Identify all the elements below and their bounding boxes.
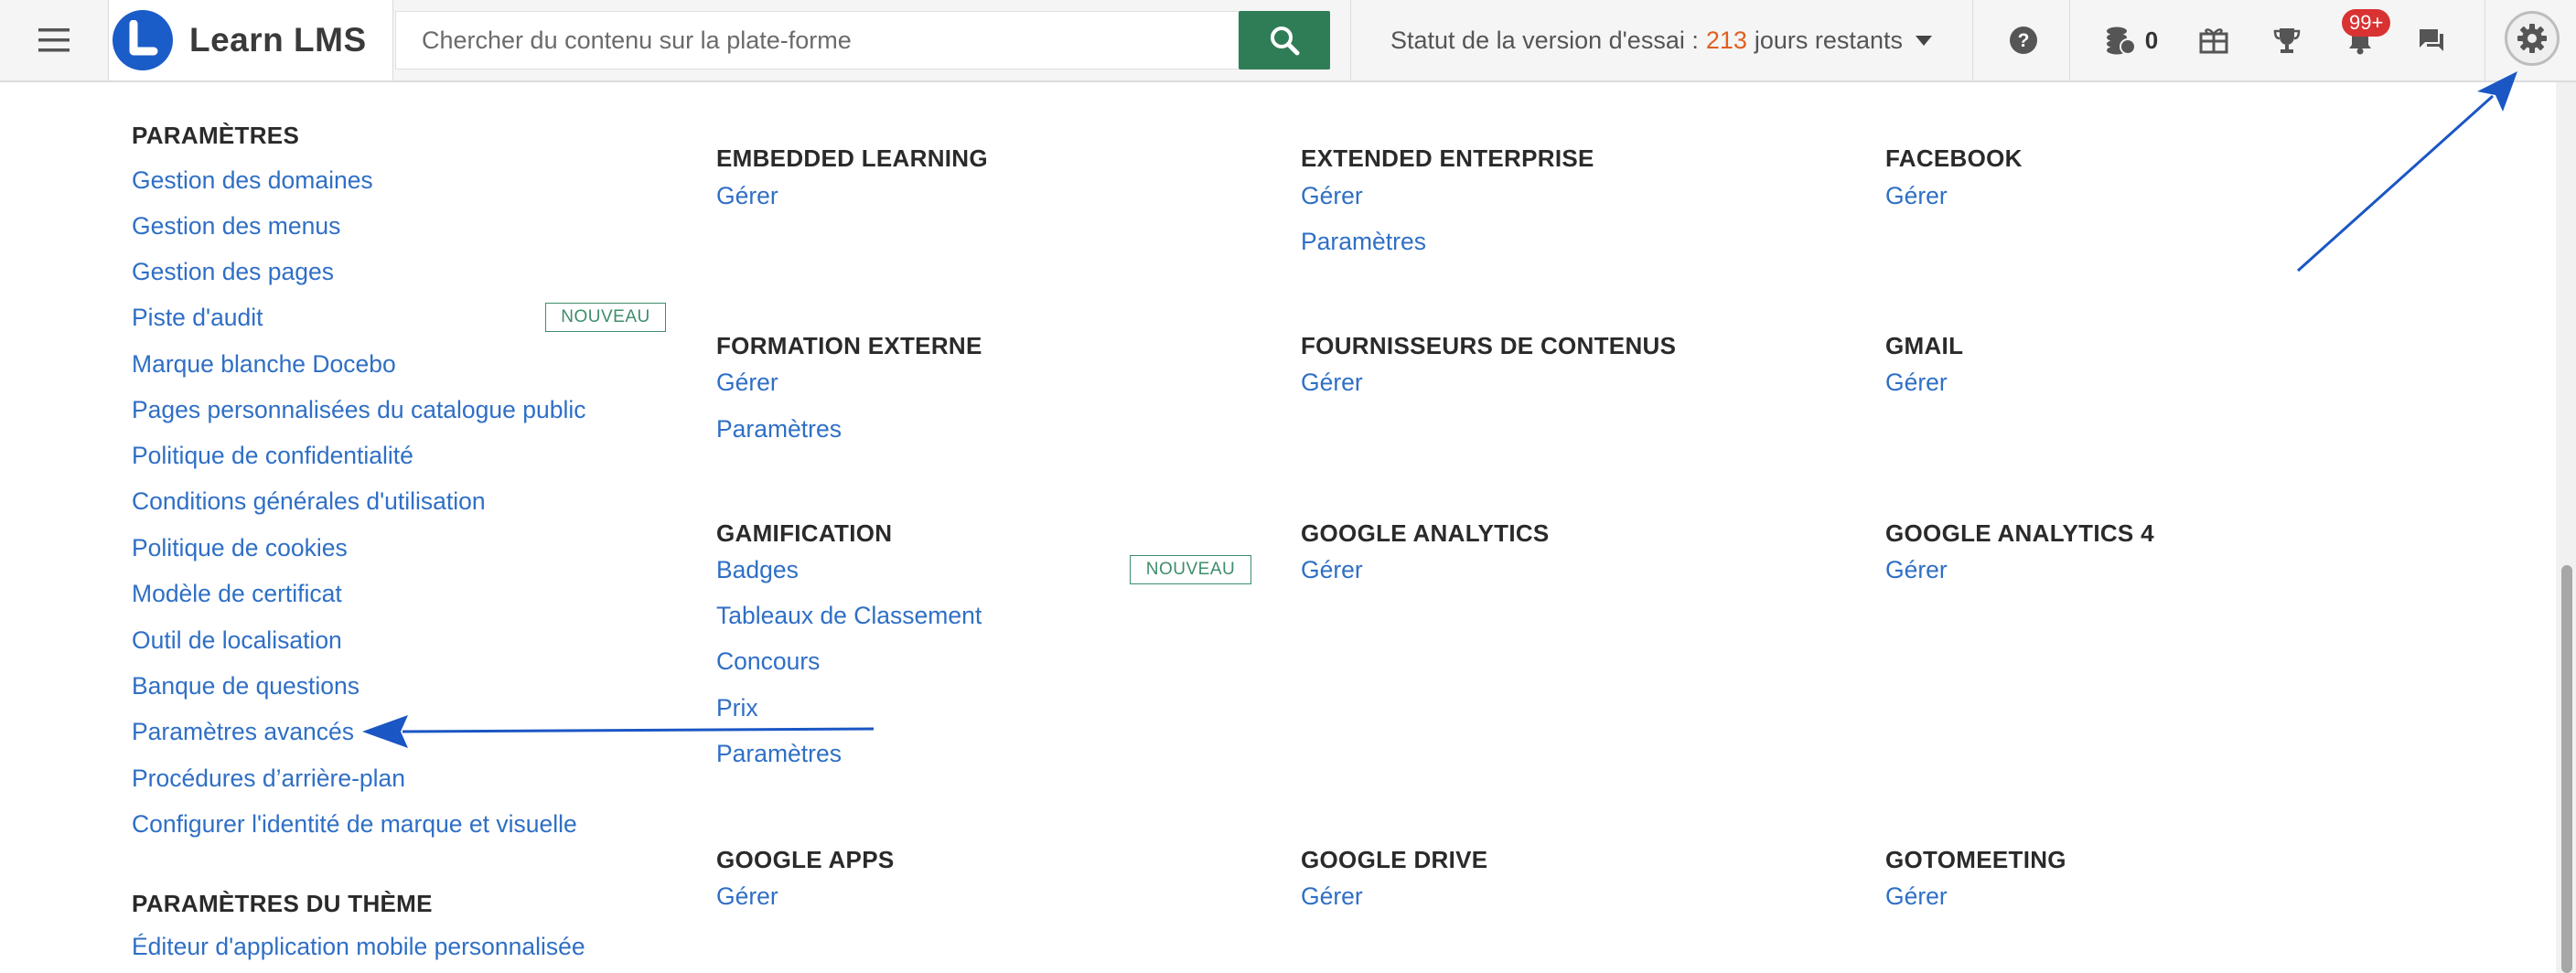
trial-status-dropdown[interactable]: Statut de la version d'essai : 213 jours… bbox=[1350, 0, 1972, 80]
app-title: GOOGLE APPS bbox=[716, 846, 895, 873]
settings-link[interactable]: Politique de cookies bbox=[132, 534, 348, 562]
settings-link[interactable]: Procédures d’arrière-plan bbox=[132, 764, 405, 793]
app-title: EXTENDED ENTERPRISE bbox=[1301, 144, 1594, 172]
menu-button[interactable] bbox=[0, 0, 108, 80]
app-link[interactable]: Gérer bbox=[1885, 556, 1948, 584]
new-badge: NOUVEAU bbox=[545, 303, 666, 332]
settings-link[interactable]: Gestion des domaines bbox=[132, 166, 373, 195]
app-link[interactable]: Gérer bbox=[1301, 556, 1363, 584]
divider bbox=[2069, 0, 2070, 80]
app-title: GMAIL bbox=[1885, 332, 1964, 359]
theme-settings-link[interactable]: Éditeur d'application mobile personnalis… bbox=[132, 933, 585, 961]
caret-down-icon bbox=[1915, 35, 1932, 46]
app-link[interactable]: Gérer bbox=[1885, 882, 1948, 911]
help-button[interactable]: ? bbox=[2000, 18, 2047, 62]
settings-link[interactable]: Paramètres avancés bbox=[132, 718, 354, 746]
svg-text:?: ? bbox=[2018, 30, 2030, 51]
app-link[interactable]: Paramètres bbox=[716, 740, 842, 768]
settings-link[interactable]: Piste d'audit bbox=[132, 304, 263, 332]
search-input[interactable] bbox=[396, 12, 1329, 69]
coins-button[interactable]: 0 bbox=[2095, 18, 2168, 62]
coins-icon bbox=[2106, 27, 2136, 55]
app-logo[interactable]: Learn LMS bbox=[108, 0, 393, 80]
app-title: GAMIFICATION bbox=[716, 519, 893, 547]
notifications-badge: 99+ bbox=[2342, 9, 2391, 37]
theme-settings-title: PARAMÈTRES DU THÈME bbox=[132, 890, 433, 917]
app-link[interactable]: Gérer bbox=[716, 882, 778, 911]
chat-button[interactable] bbox=[2411, 18, 2452, 62]
gift-icon bbox=[2199, 28, 2228, 54]
settings-link[interactable]: Outil de localisation bbox=[132, 626, 342, 655]
app-title: FOURNISSEURS DE CONTENUS bbox=[1301, 332, 1677, 359]
settings-link[interactable]: Gestion des pages bbox=[132, 258, 334, 286]
app-link[interactable]: Badges bbox=[716, 556, 799, 584]
app-link[interactable]: Gérer bbox=[1301, 369, 1363, 397]
app-link[interactable]: Gérer bbox=[1301, 182, 1363, 210]
search-button[interactable] bbox=[1239, 11, 1330, 70]
settings-link[interactable]: Conditions générales d'utilisation bbox=[132, 487, 486, 516]
trial-days: 213 bbox=[1705, 26, 1747, 54]
search-icon bbox=[1271, 27, 1300, 56]
app-link[interactable]: Gérer bbox=[1885, 182, 1948, 210]
trophy-icon bbox=[2273, 28, 2301, 53]
app-title: GOOGLE DRIVE bbox=[1301, 846, 1488, 873]
app-title: GOOGLE ANALYTICS 4 bbox=[1885, 519, 2154, 547]
trophy-button[interactable] bbox=[2267, 18, 2307, 62]
top-bar: Learn LMS Statut de la version d'essai :… bbox=[0, 0, 2576, 82]
settings-link[interactable]: Politique de confidentialité bbox=[132, 442, 413, 470]
app-link[interactable]: Prix bbox=[716, 694, 758, 722]
gift-button[interactable] bbox=[2194, 18, 2234, 62]
scrollbar-thumb[interactable] bbox=[2561, 565, 2572, 973]
settings-link[interactable]: Pages personnalisées du catalogue public bbox=[132, 396, 586, 424]
settings-link[interactable]: Banque de questions bbox=[132, 672, 360, 700]
app-title: GOOGLE ANALYTICS bbox=[1301, 519, 1550, 547]
trial-label: Statut de la version d'essai : bbox=[1390, 26, 1699, 54]
menu-icon bbox=[38, 28, 70, 52]
app-title: FACEBOOK bbox=[1885, 144, 2023, 172]
settings-link[interactable]: Modèle de certificat bbox=[132, 580, 342, 608]
settings-link[interactable]: Configurer l'identité de marque et visue… bbox=[132, 810, 577, 839]
divider bbox=[1972, 0, 1973, 80]
coins-count: 0 bbox=[2144, 26, 2159, 54]
app-link[interactable]: Gérer bbox=[1885, 369, 1948, 397]
app-link[interactable]: Gérer bbox=[1301, 882, 1363, 911]
settings-link[interactable]: Gestion des menus bbox=[132, 212, 340, 241]
app-link[interactable]: Paramètres bbox=[1301, 228, 1426, 256]
gear-icon bbox=[2517, 24, 2547, 53]
settings-button[interactable] bbox=[2505, 11, 2560, 66]
trial-suffix: jours restants bbox=[1754, 26, 1903, 54]
search-box bbox=[395, 11, 1330, 70]
app-name: Learn LMS bbox=[189, 21, 367, 59]
settings-link[interactable]: Marque blanche Docebo bbox=[132, 350, 396, 379]
app-title: GOTOMEETING bbox=[1885, 846, 2066, 873]
new-badge: NOUVEAU bbox=[1130, 555, 1251, 584]
chat-icon bbox=[2420, 29, 2443, 51]
app-title: FORMATION EXTERNE bbox=[716, 332, 982, 359]
help-icon: ? bbox=[2010, 27, 2037, 54]
app-link[interactable]: Gérer bbox=[716, 182, 778, 210]
arrow-to-gear bbox=[2296, 71, 2517, 273]
settings-title: PARAMÈTRES bbox=[132, 122, 300, 149]
app-title: EMBEDDED LEARNING bbox=[716, 144, 988, 172]
app-link[interactable]: Paramètres bbox=[716, 415, 842, 444]
app-link[interactable]: Concours bbox=[716, 647, 820, 676]
app-link[interactable]: Gérer bbox=[716, 369, 778, 397]
logo-icon bbox=[113, 10, 173, 70]
app-link[interactable]: Tableaux de Classement bbox=[716, 602, 982, 630]
